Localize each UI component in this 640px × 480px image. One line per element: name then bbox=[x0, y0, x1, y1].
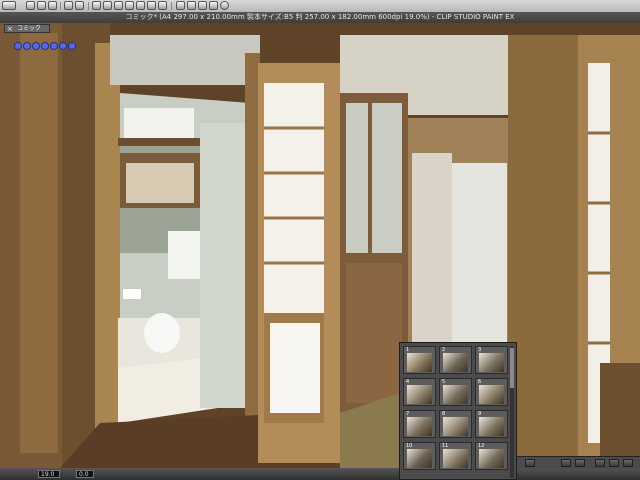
layer-palette-toolbar bbox=[517, 456, 640, 469]
rotate-left-icon[interactable] bbox=[41, 42, 49, 50]
material-thumbnail[interactable]: 1 bbox=[403, 346, 436, 374]
redo-icon[interactable] bbox=[75, 1, 84, 10]
open-file-icon[interactable] bbox=[37, 1, 46, 10]
material-thumbnail[interactable]: 12 bbox=[475, 442, 508, 470]
thumbnail-image bbox=[407, 417, 432, 436]
thumbnail-image bbox=[443, 449, 468, 468]
reset-view-icon[interactable] bbox=[68, 42, 76, 50]
material-thumbnail[interactable]: 8 bbox=[439, 410, 472, 438]
help-icon[interactable] bbox=[220, 1, 229, 10]
tool-icon[interactable] bbox=[125, 1, 134, 10]
palette-option-icon[interactable] bbox=[595, 459, 605, 467]
tool-icon[interactable] bbox=[114, 1, 123, 10]
toilet-door-frame bbox=[245, 53, 260, 423]
flip-icon[interactable] bbox=[59, 42, 67, 50]
thumbnail-image bbox=[479, 385, 504, 404]
thumbnail-image bbox=[407, 385, 432, 404]
new-file-icon[interactable] bbox=[26, 1, 35, 10]
palette-option-icon[interactable] bbox=[609, 459, 619, 467]
thumbnail-image bbox=[443, 353, 468, 372]
right-lower-rail bbox=[600, 363, 640, 468]
material-thumbnail[interactable]: 9 bbox=[475, 410, 508, 438]
palette-option-icon[interactable] bbox=[525, 459, 535, 467]
toolbar-divider bbox=[60, 2, 61, 10]
right-wall-toilet bbox=[200, 123, 245, 408]
document-tab[interactable]: × コミック bbox=[4, 24, 50, 33]
tool-icon[interactable] bbox=[136, 1, 145, 10]
right-pillar bbox=[508, 35, 578, 468]
thumbnail-image bbox=[443, 385, 468, 404]
cabinet-glass-right bbox=[372, 103, 402, 253]
thumbnail-image bbox=[443, 417, 468, 436]
toilet-bowl bbox=[144, 313, 180, 353]
shoji-paper bbox=[264, 83, 324, 313]
left-pillar bbox=[20, 33, 58, 453]
status-bar: 19.0 0.0 bbox=[0, 468, 640, 480]
palette-scrollbar[interactable] bbox=[510, 346, 514, 478]
tool-icon[interactable] bbox=[209, 1, 218, 10]
tool-icon[interactable] bbox=[147, 1, 156, 10]
app-menu-icon[interactable] bbox=[2, 1, 16, 10]
toolbar-divider bbox=[171, 2, 172, 10]
cabinet-lower-doors bbox=[346, 263, 402, 403]
material-thumbnail[interactable]: 2 bbox=[439, 346, 472, 374]
rotate-right-icon[interactable] bbox=[50, 42, 58, 50]
delete-icon[interactable] bbox=[623, 459, 633, 467]
thumbnail-image bbox=[479, 353, 504, 372]
navigator-controls bbox=[14, 35, 77, 50]
material-thumbnail[interactable]: 6 bbox=[475, 378, 508, 406]
tool-icon[interactable] bbox=[187, 1, 196, 10]
zoom-field[interactable]: 19.0 bbox=[38, 470, 60, 478]
zoom-in-icon[interactable] bbox=[14, 42, 22, 50]
thumbnail-image bbox=[479, 449, 504, 468]
material-thumbnail[interactable]: 3 bbox=[475, 346, 508, 374]
material-thumbnail[interactable]: 7 bbox=[403, 410, 436, 438]
palette-option-icon[interactable] bbox=[561, 459, 571, 467]
material-thumbnail[interactable]: 11 bbox=[439, 442, 472, 470]
tool-icon[interactable] bbox=[103, 1, 112, 10]
save-icon[interactable] bbox=[48, 1, 57, 10]
right-wall-panel bbox=[452, 163, 507, 343]
undo-icon[interactable] bbox=[64, 1, 73, 10]
tool-icon[interactable] bbox=[176, 1, 185, 10]
material-thumbnail[interactable]: 4 bbox=[403, 378, 436, 406]
thumbnail-image bbox=[407, 449, 432, 468]
ceiling bbox=[110, 35, 260, 85]
tool-icon[interactable] bbox=[158, 1, 167, 10]
material-thumbnail[interactable]: 5 bbox=[439, 378, 472, 406]
right-window bbox=[412, 153, 452, 343]
thumbnail-image bbox=[407, 353, 432, 372]
paper-rolls bbox=[124, 108, 194, 138]
thumbnail-image bbox=[479, 417, 504, 436]
toolbar-divider bbox=[88, 2, 89, 10]
paper-holder bbox=[123, 289, 141, 299]
shelf bbox=[118, 138, 203, 146]
document-tab-label: コミック bbox=[17, 25, 42, 32]
door-jamb bbox=[95, 43, 120, 433]
material-thumbnail[interactable]: 10 bbox=[403, 442, 436, 470]
window-title: コミック* (A4 297.00 x 210.00mm 製本サイズ:B5 判 2… bbox=[0, 12, 640, 23]
canvas-area[interactable] bbox=[0, 23, 640, 468]
fit-icon[interactable] bbox=[32, 42, 40, 50]
tool-icon[interactable] bbox=[198, 1, 207, 10]
material-palette: 1 2 3 4 5 6 7 8 9 10 11 12 bbox=[399, 342, 517, 480]
interior-illustration bbox=[0, 23, 640, 468]
close-icon[interactable]: × bbox=[7, 25, 13, 33]
window-pane bbox=[126, 163, 194, 203]
tool-icon[interactable] bbox=[92, 1, 101, 10]
cabinet-glass-left bbox=[346, 103, 368, 253]
zoom-out-icon[interactable] bbox=[23, 42, 31, 50]
angle-field[interactable]: 0.0 bbox=[76, 470, 94, 478]
shoji-glass-panel bbox=[270, 323, 320, 413]
palette-option-icon[interactable] bbox=[575, 459, 585, 467]
scroll-thumb[interactable] bbox=[510, 348, 514, 388]
material-thumbnail-grid: 1 2 3 4 5 6 7 8 9 10 11 12 bbox=[403, 346, 511, 478]
